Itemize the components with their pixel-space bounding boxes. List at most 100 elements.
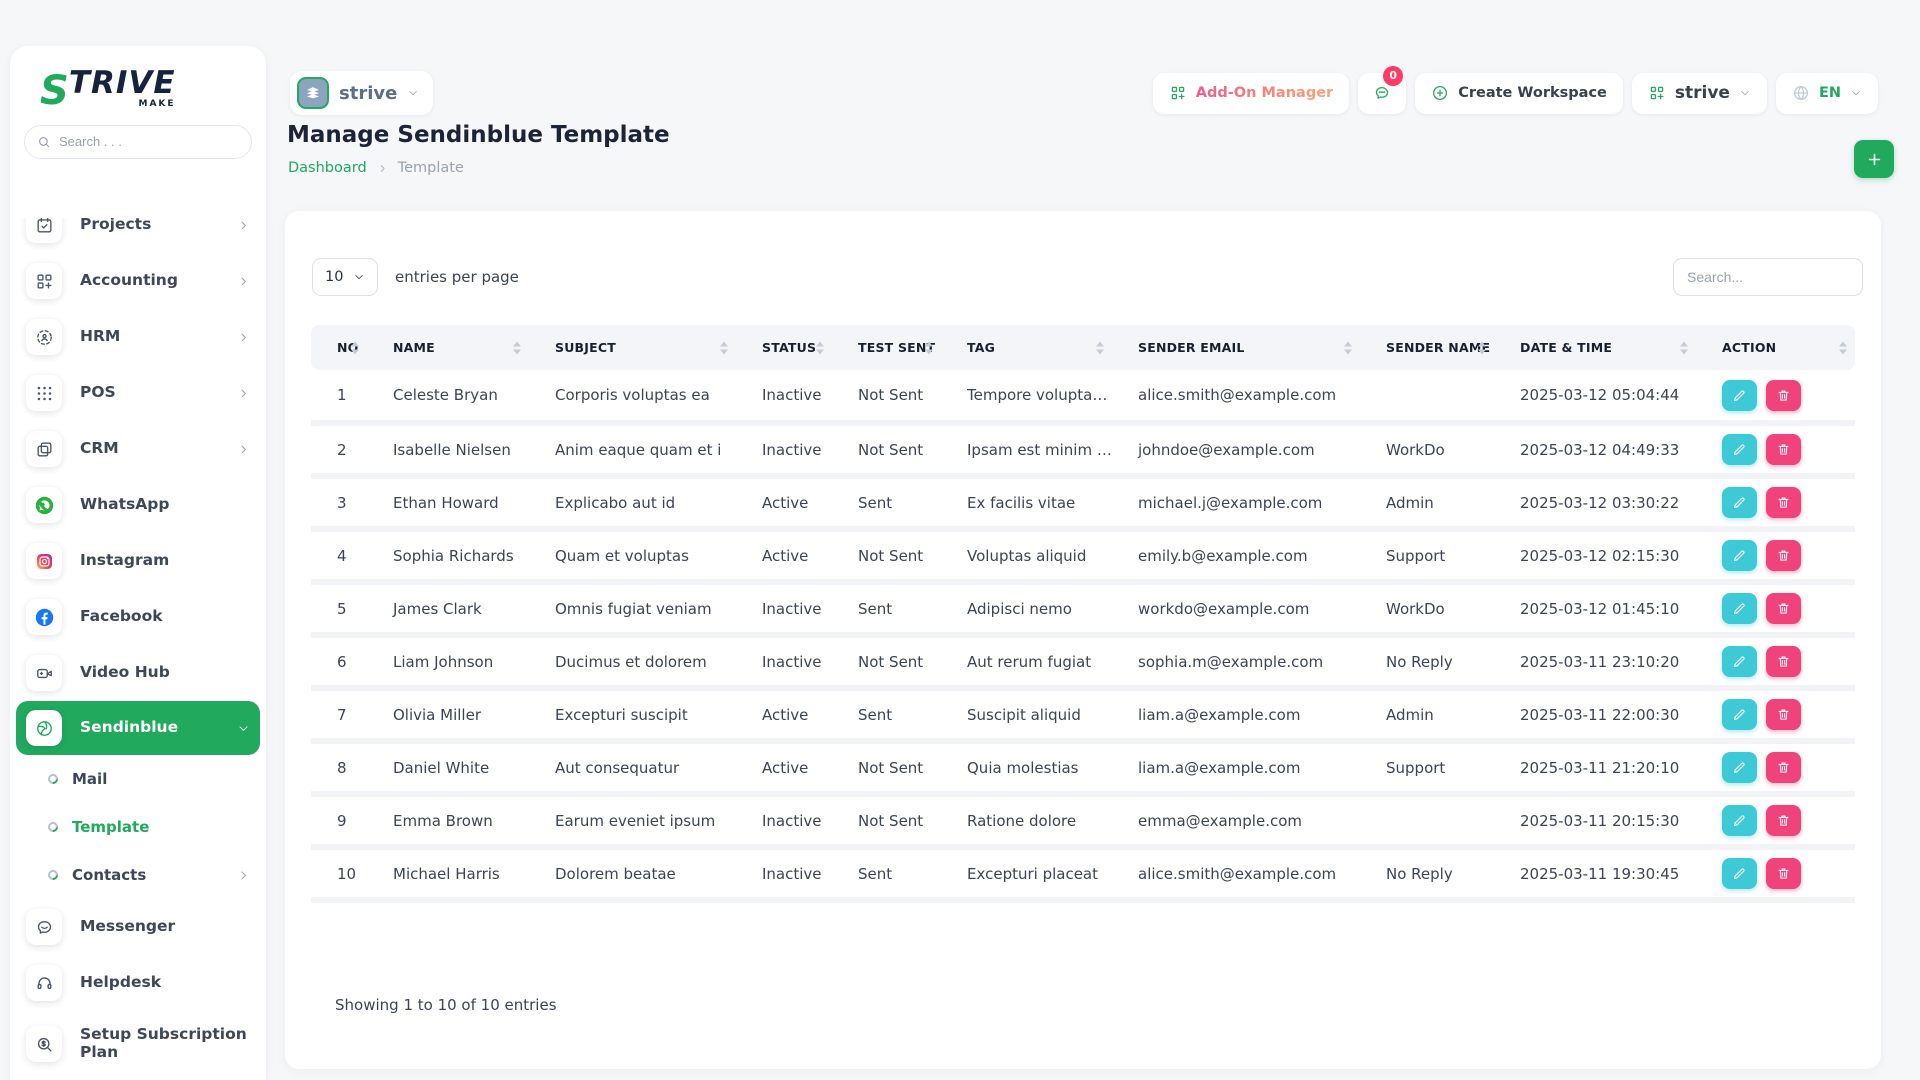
column-header-tag[interactable]: TAG <box>941 325 1112 370</box>
cell-action <box>1696 635 1855 688</box>
column-header-date-time[interactable]: DATE & TIME <box>1494 325 1696 370</box>
delete-button[interactable] <box>1766 540 1801 571</box>
workspace-switcher[interactable]: strive <box>290 71 433 115</box>
edit-button[interactable] <box>1722 487 1757 518</box>
column-header-no[interactable]: NO <box>311 325 367 370</box>
table-row: 4Sophia RichardsQuam et voluptasActiveNo… <box>311 529 1855 582</box>
trash-icon <box>1776 388 1791 403</box>
sort-arrows-icon[interactable] <box>1839 341 1847 354</box>
delete-button[interactable] <box>1766 646 1801 677</box>
edit-button[interactable] <box>1722 646 1757 677</box>
delete-button[interactable] <box>1766 699 1801 730</box>
create-template-button[interactable] <box>1854 140 1894 178</box>
column-header-test-sent[interactable]: TEST SENT <box>832 325 941 370</box>
column-header-label: TAG <box>967 340 995 355</box>
delete-button[interactable] <box>1766 858 1801 889</box>
delete-button[interactable] <box>1766 752 1801 783</box>
sort-arrows-icon[interactable] <box>925 341 933 354</box>
language-selector[interactable]: EN <box>1776 73 1878 114</box>
cell-no: 4 <box>311 529 367 582</box>
cell-tag: Ipsam est minim ra <box>941 423 1112 476</box>
sidebar-item-label: Sendinblue <box>80 719 219 737</box>
cell-sender_email: liam.a@example.com <box>1112 688 1360 741</box>
delete-button[interactable] <box>1766 380 1801 411</box>
chevron-right-icon <box>237 869 250 882</box>
table-search-input[interactable] <box>1673 258 1863 296</box>
account-menu[interactable]: strive <box>1632 73 1767 114</box>
workspace-name: strive <box>339 83 397 104</box>
create-workspace-button[interactable]: Create Workspace <box>1415 73 1623 114</box>
sidebar-subitem-contacts[interactable]: Contacts <box>10 851 266 899</box>
sidebar-search[interactable] <box>24 125 252 159</box>
delete-button[interactable] <box>1766 487 1801 518</box>
sidebar-item-whatsapp[interactable]: WhatsApp <box>10 477 266 533</box>
cell-no: 1 <box>311 370 367 423</box>
cell-no: 2 <box>311 423 367 476</box>
breadcrumb-dashboard[interactable]: Dashboard <box>288 160 367 176</box>
edit-button[interactable] <box>1722 540 1757 571</box>
sort-arrows-icon[interactable] <box>1478 341 1486 354</box>
crm-icon <box>26 431 62 467</box>
sidebar-item-crm[interactable]: CRM <box>10 421 266 477</box>
edit-button[interactable] <box>1722 858 1757 889</box>
edit-button[interactable] <box>1722 434 1757 465</box>
addon-manager-button[interactable]: Add-On Manager <box>1153 73 1349 114</box>
table-row: 3Ethan HowardExplicabo aut idActiveSentE… <box>311 476 1855 529</box>
column-header-action[interactable]: ACTION <box>1696 325 1855 370</box>
pencil-icon <box>1732 495 1747 510</box>
column-header-subject[interactable]: SUBJECT <box>529 325 736 370</box>
cell-date_time: 2025-03-11 20:15:30 <box>1494 794 1696 847</box>
chevron-down-icon <box>1850 87 1862 99</box>
page-size-select[interactable]: 10 <box>312 258 378 296</box>
sort-arrows-icon[interactable] <box>1096 341 1104 354</box>
column-header-name[interactable]: NAME <box>367 325 529 370</box>
column-header-sender-name[interactable]: SENDER NAME <box>1360 325 1494 370</box>
sidebar-item-hrm[interactable]: HRM <box>10 309 266 365</box>
edit-button[interactable] <box>1722 805 1757 836</box>
cell-status: Inactive <box>736 847 832 900</box>
cell-no: 3 <box>311 476 367 529</box>
grid-plus-icon <box>1648 84 1666 102</box>
sidebar-subitem-label: Template <box>72 818 250 836</box>
cell-name: Isabelle Nielsen <box>367 423 529 476</box>
sidebar-subitem-mail[interactable]: Mail <box>10 755 266 803</box>
cell-action <box>1696 794 1855 847</box>
delete-button[interactable] <box>1766 805 1801 836</box>
chat-button[interactable]: 0 <box>1358 73 1406 114</box>
chevron-right-icon <box>237 331 250 344</box>
edit-button[interactable] <box>1722 752 1757 783</box>
sidebar-item-projects[interactable]: Projects <box>10 218 266 253</box>
sort-arrows-icon[interactable] <box>720 341 728 354</box>
edit-button[interactable] <box>1722 380 1757 411</box>
sidebar-search-input[interactable] <box>59 134 239 149</box>
cell-sender_name: No Reply <box>1360 635 1494 688</box>
sort-arrows-icon[interactable] <box>1680 341 1688 354</box>
cell-test_sent: Not Sent <box>832 370 941 423</box>
delete-button[interactable] <box>1766 434 1801 465</box>
sort-arrows-icon[interactable] <box>816 341 824 354</box>
sort-arrows-icon[interactable] <box>1344 341 1352 354</box>
sidebar-item-helpdesk[interactable]: Helpdesk <box>10 955 266 1011</box>
edit-button[interactable] <box>1722 699 1757 730</box>
sidebar-item-messenger[interactable]: Messenger <box>10 899 266 955</box>
sidebar-item-video-hub[interactable]: Video Hub <box>10 645 266 701</box>
template-card: 10 entries per page NO NAME SUBJECT STAT… <box>285 211 1881 1069</box>
sidebar-item-label: Helpdesk <box>80 974 250 992</box>
edit-button[interactable] <box>1722 593 1757 624</box>
column-header-status[interactable]: STATUS <box>736 325 832 370</box>
sort-arrows-icon[interactable] <box>513 341 521 354</box>
sidebar-item-accounting[interactable]: Accounting <box>10 253 266 309</box>
chevron-down-icon <box>353 271 365 283</box>
sidebar-item-instagram[interactable]: Instagram <box>10 533 266 589</box>
sidebar-item-sendinblue[interactable]: Sendinblue <box>16 701 260 755</box>
cell-sender_email: liam.a@example.com <box>1112 741 1360 794</box>
sidebar-subitem-template[interactable]: Template <box>10 803 266 851</box>
column-header-sender-email[interactable]: SENDER EMAIL <box>1112 325 1360 370</box>
delete-button[interactable] <box>1766 593 1801 624</box>
sort-arrows-icon[interactable] <box>351 341 359 354</box>
sidebar-item-label: Setup Subscription Plan <box>80 1026 250 1062</box>
cell-tag: Voluptas aliquid <box>941 529 1112 582</box>
sidebar-item-pos[interactable]: POS <box>10 365 266 421</box>
sidebar-item-setup-subscription-plan[interactable]: Setup Subscription Plan <box>10 1011 266 1077</box>
sidebar-item-facebook[interactable]: Facebook <box>10 589 266 645</box>
